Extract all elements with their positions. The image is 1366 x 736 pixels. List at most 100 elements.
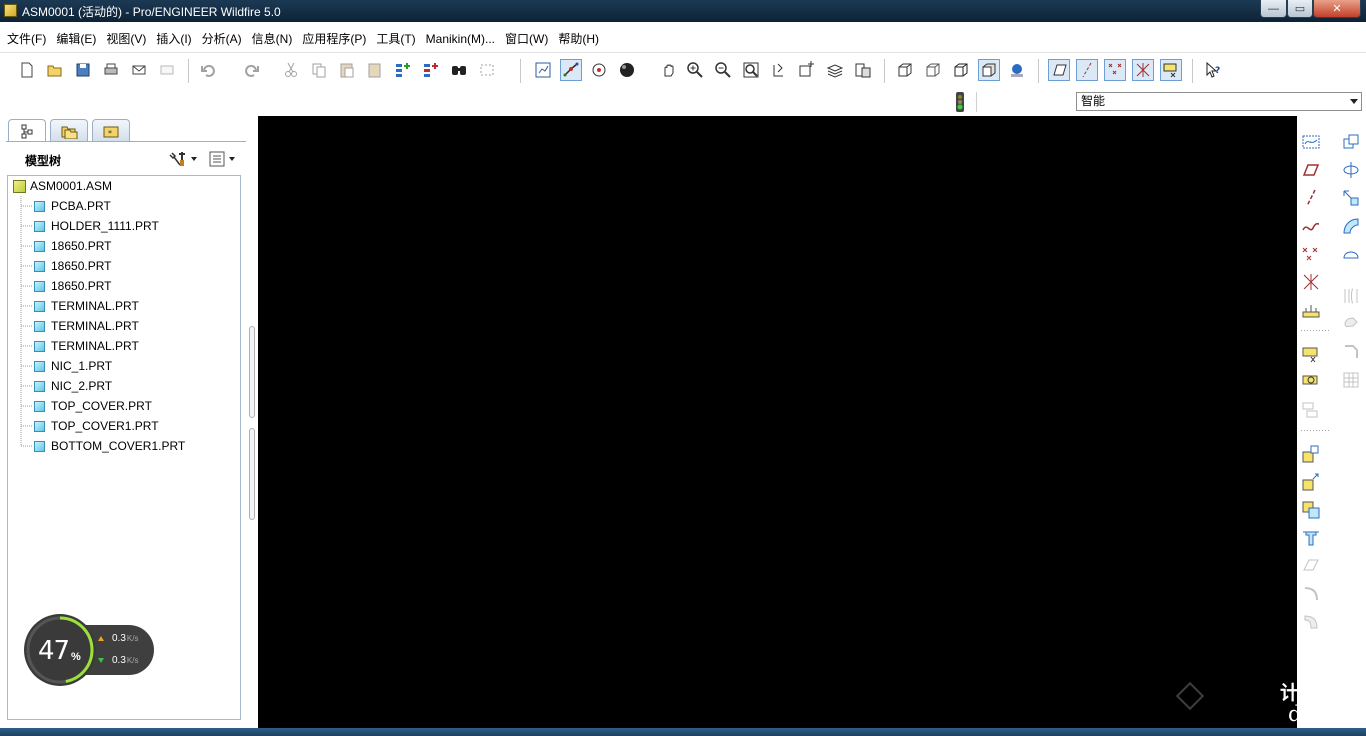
regen-manager-icon[interactable] xyxy=(420,59,442,81)
tree-item[interactable]: PCBA.PRT xyxy=(34,196,111,216)
extrude-icon[interactable] xyxy=(1339,186,1363,210)
wireframe-icon[interactable] xyxy=(894,59,916,81)
paste-icon[interactable] xyxy=(336,59,358,81)
menu-info[interactable]: 信息(N) xyxy=(247,28,298,50)
zoom-out-icon[interactable] xyxy=(712,59,734,81)
saved-views-icon[interactable] xyxy=(796,59,818,81)
folder-browser-tab[interactable] xyxy=(50,119,88,141)
maximize-button[interactable]: ▭ xyxy=(1287,0,1313,18)
reorient-icon[interactable] xyxy=(768,59,790,81)
assemble-icon[interactable] xyxy=(1299,342,1323,366)
select-box-icon[interactable] xyxy=(476,59,498,81)
tree-item[interactable]: NIC_2.PRT xyxy=(34,376,112,396)
model-tree-tab[interactable] xyxy=(8,119,46,141)
menu-applications[interactable]: 应用程序(P) xyxy=(297,28,371,50)
splitter-grip[interactable] xyxy=(249,428,255,520)
datum-point-icon[interactable] xyxy=(1299,242,1323,266)
selection-filter-dropdown[interactable]: 智能 xyxy=(1076,92,1362,111)
fill-icon[interactable] xyxy=(1339,312,1363,336)
tree-item[interactable]: NIC_1.PRT xyxy=(34,356,112,376)
sweep-icon[interactable] xyxy=(1339,242,1363,266)
create-component-icon[interactable] xyxy=(1299,370,1323,394)
explode-icon[interactable] xyxy=(1299,470,1323,494)
offset-csys-icon[interactable] xyxy=(1299,270,1323,294)
spin-center-icon[interactable] xyxy=(560,59,582,81)
merge-icon[interactable] xyxy=(1339,340,1363,364)
trim-icon[interactable] xyxy=(1339,368,1363,392)
tree-item[interactable]: 18650.PRT xyxy=(34,276,112,296)
round-icon[interactable] xyxy=(1339,130,1363,154)
blend-icon[interactable] xyxy=(1339,284,1363,308)
chamfer-icon[interactable] xyxy=(1339,158,1363,182)
print-icon[interactable] xyxy=(100,59,122,81)
tree-show-button[interactable] xyxy=(208,150,244,168)
tree-item[interactable]: TERMINAL.PRT xyxy=(34,296,139,316)
hole-icon[interactable] xyxy=(1299,526,1323,550)
display-style-icon[interactable] xyxy=(616,59,638,81)
datum-plane-icon[interactable] xyxy=(1299,158,1323,182)
menu-window[interactable]: 窗口(W) xyxy=(500,28,553,50)
send-attachment-icon[interactable] xyxy=(156,59,178,81)
whats-this-icon[interactable]: ? xyxy=(1202,59,1224,81)
tree-item[interactable]: 18650.PRT xyxy=(34,236,112,256)
datum-points-icon[interactable] xyxy=(1104,59,1126,81)
redo-icon[interactable] xyxy=(240,59,262,81)
layers-icon[interactable] xyxy=(824,59,846,81)
menu-tools[interactable]: 工具(T) xyxy=(371,28,420,50)
tree-root[interactable]: ASM0001.ASM xyxy=(13,176,112,196)
refit-icon[interactable] xyxy=(740,59,762,81)
datum-planes-icon[interactable] xyxy=(1048,59,1070,81)
mirror-component-icon[interactable] xyxy=(1299,498,1323,522)
copy-icon[interactable] xyxy=(308,59,330,81)
draft-icon[interactable] xyxy=(1299,610,1323,634)
splitter-grip[interactable] xyxy=(249,326,255,418)
tree-settings-button[interactable] xyxy=(168,150,204,168)
menu-analysis[interactable]: 分析(A) xyxy=(197,28,247,50)
orient-mode-icon[interactable] xyxy=(588,59,610,81)
tree-item[interactable]: HOLDER_1111.PRT xyxy=(34,216,159,236)
new-icon[interactable] xyxy=(16,59,38,81)
sketch-icon[interactable] xyxy=(1299,130,1323,154)
menu-edit[interactable]: 编辑(E) xyxy=(51,28,101,50)
menu-manikin[interactable]: Manikin(M)... xyxy=(421,28,500,50)
graphics-window[interactable] xyxy=(258,116,1297,736)
hidden-line-icon[interactable] xyxy=(922,59,944,81)
repeat-component-icon[interactable] xyxy=(1299,398,1323,422)
no-hidden-icon[interactable] xyxy=(950,59,972,81)
paste-special-icon[interactable] xyxy=(364,59,386,81)
csys-icon[interactable] xyxy=(1132,59,1154,81)
pattern-icon[interactable] xyxy=(1299,442,1323,466)
view-manager-icon[interactable] xyxy=(852,59,874,81)
zoom-in-icon[interactable] xyxy=(684,59,706,81)
annotation-icon[interactable] xyxy=(1160,59,1182,81)
menu-view[interactable]: 视图(V) xyxy=(101,28,151,50)
tree-item[interactable]: TOP_COVER.PRT xyxy=(34,396,152,416)
save-icon[interactable] xyxy=(72,59,94,81)
undo-icon[interactable] xyxy=(198,59,220,81)
rib-icon[interactable] xyxy=(1299,582,1323,606)
tree-item[interactable]: TERMINAL.PRT xyxy=(34,316,139,336)
send-mail-icon[interactable] xyxy=(128,59,150,81)
cut-icon[interactable] xyxy=(280,59,302,81)
favorites-tab[interactable]: * xyxy=(92,119,130,141)
regenerate-icon[interactable] xyxy=(392,59,414,81)
enhanced-realism-icon[interactable] xyxy=(1006,59,1028,81)
network-speed-widget[interactable]: 47 % 0.3 K/s 0.3 K/s xyxy=(24,614,154,686)
datum-curve-icon[interactable] xyxy=(1299,214,1323,238)
menu-insert[interactable]: 插入(I) xyxy=(151,28,196,50)
shading-icon[interactable] xyxy=(978,59,1000,81)
tree-item[interactable]: 18650.PRT xyxy=(34,256,112,276)
menu-help[interactable]: 帮助(H) xyxy=(553,28,604,50)
analysis-feature-icon[interactable] xyxy=(1299,298,1323,322)
redraw-icon[interactable] xyxy=(532,59,554,81)
shell-icon[interactable] xyxy=(1299,554,1323,578)
tree-item[interactable]: TERMINAL.PRT xyxy=(34,336,139,356)
panel-splitter[interactable] xyxy=(248,326,258,520)
pan-icon[interactable] xyxy=(658,59,680,81)
find-icon[interactable] xyxy=(448,59,470,81)
datum-axes-icon[interactable] xyxy=(1076,59,1098,81)
minimize-button[interactable]: — xyxy=(1260,0,1287,18)
datum-axis-icon[interactable] xyxy=(1299,186,1323,210)
open-icon[interactable] xyxy=(44,59,66,81)
menu-file[interactable]: 文件(F) xyxy=(2,28,51,50)
